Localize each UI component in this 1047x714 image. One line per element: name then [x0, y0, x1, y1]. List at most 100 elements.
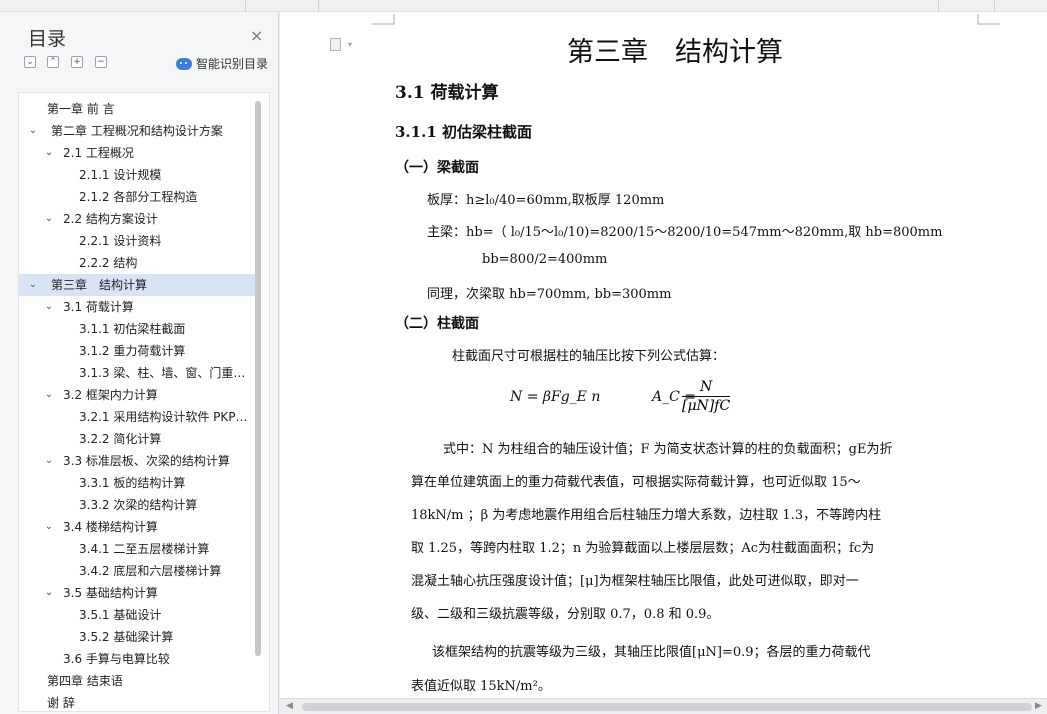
- toc-item[interactable]: 3.1.2 重力荷载计算: [19, 340, 255, 362]
- toc-item-label: 2.1.1 设计规模: [79, 168, 162, 182]
- explanation-line-3: 18kN/m ；β 为考虑地震作用组合后柱轴压力增大系数，边柱取 1.3，不等跨…: [411, 508, 882, 523]
- part-heading-beam: （一）梁截面: [395, 160, 479, 176]
- chevron-down-icon[interactable]: ⌄: [43, 296, 55, 318]
- toc-item[interactable]: ⌄ 3.1 荷载计算: [19, 296, 255, 318]
- toc-item[interactable]: ⌄ 3.2 框架内力计算: [19, 384, 255, 406]
- toc-item[interactable]: ⌄ 第二章 工程概况和结构设计方案: [19, 120, 255, 142]
- section-heading: 3.1 荷载计算: [395, 83, 499, 103]
- smart-toc-button[interactable]: 智能识别目录: [176, 55, 268, 72]
- toc-item[interactable]: 3.3.1 板的结构计算: [19, 472, 255, 494]
- chevron-down-icon[interactable]: ⌄: [27, 274, 39, 296]
- toc-item-label: 第二章 工程概况和结构设计方案: [51, 124, 223, 138]
- toc-item-label: 3.1.2 重力荷载计算: [79, 344, 186, 358]
- toc-item[interactable]: 3.5.2 基础梁计算: [19, 626, 255, 648]
- toc-item[interactable]: ⌄ 3.5 基础结构计算: [19, 582, 255, 604]
- scrollbar-thumb[interactable]: [302, 703, 1032, 711]
- chevron-down-icon[interactable]: ⌄: [43, 384, 55, 406]
- toc-item[interactable]: 3.4.1 二至五层楼梯计算: [19, 538, 255, 560]
- toc-item[interactable]: 2.1.2 各部分工程构造: [19, 186, 255, 208]
- toc-item-label: 3.2.1 采用结构设计软件 PKP…: [79, 410, 248, 424]
- toc-item[interactable]: 3.1.1 初估梁柱截面: [19, 318, 255, 340]
- collapse-all-button[interactable]: ⌄: [24, 56, 36, 68]
- toc-list-box: 第一章 前 言 ⌄ 第二章 工程概况和结构设计方案 ⌄ 2.1 工程概况 2.1.1 设计…: [18, 92, 270, 712]
- explanation-line-6: 级、二级和三级抗震等级，分别取 0.7，0.8 和 0.9。: [411, 607, 720, 622]
- toc-item[interactable]: 3.4.2 底层和六层楼梯计算: [19, 560, 255, 582]
- horizontal-scrollbar[interactable]: ◀ ▶: [280, 698, 1047, 714]
- explanation-line-1: 式中：N 为柱组合的轴压设计值；F 为简支状态计算的柱的负载面积；gE为折: [443, 442, 893, 457]
- toc-item[interactable]: 第四章 结束语: [19, 670, 255, 692]
- close-icon[interactable]: ×: [250, 26, 263, 45]
- toc-item[interactable]: 2.2.2 结构: [19, 252, 255, 274]
- toc-item[interactable]: 谢 辞: [19, 692, 255, 711]
- main-beam-width-text: bb=800/2=400mm: [482, 252, 608, 267]
- toc-item[interactable]: 3.2.2 简化计算: [19, 428, 255, 450]
- toc-item[interactable]: 3.3.2 次梁的结构计算: [19, 494, 255, 516]
- chevron-down-icon[interactable]: ⌄: [43, 450, 55, 472]
- top-ruler-strip: [0, 0, 1047, 12]
- formula-numerator: N: [682, 379, 731, 397]
- toc-item[interactable]: 3.6 手算与电算比较: [19, 648, 255, 670]
- toc-item[interactable]: 3.5.1 基础设计: [19, 604, 255, 626]
- subsection-heading: 3.1.1 初估梁柱截面: [395, 123, 532, 141]
- expand-up-button[interactable]: ⌃: [47, 56, 59, 68]
- toc-item[interactable]: 2.1.1 设计规模: [19, 164, 255, 186]
- toc-scrollbar[interactable]: [255, 101, 261, 656]
- toc-item-label: 谢 辞: [47, 696, 75, 710]
- toc-item-label: 3.2 框架内力计算: [63, 388, 158, 402]
- document-page: ▾ 第三章 结构计算 3.1 荷载计算 3.1.1 初估梁柱截面 （一）梁截面 …: [280, 12, 1047, 698]
- chevron-down-icon[interactable]: ⌄: [43, 516, 55, 538]
- part-heading-column: （二）柱截面: [395, 316, 479, 332]
- explanation-line-4: 取 1.25，等跨内柱取 1.2；n 为验算截面以上楼层层数；Ac为柱截面面积；…: [411, 541, 875, 556]
- chevron-down-icon[interactable]: ⌄: [27, 120, 39, 142]
- main-beam-text: 主梁：hb=（ l₀/15～l₀/10)=8200/15～8200/10=547…: [427, 225, 943, 240]
- toc-title: 目录: [28, 28, 67, 50]
- toc-item[interactable]: ⌄ 2.1 工程概况: [19, 142, 255, 164]
- toc-panel: 目录 × ⌄ ⌃ + − 智能识别目录 第一章 前 言 ⌄ 第二章 工程概况和结构设…: [0, 12, 279, 714]
- toc-item-label: 2.1 工程概况: [63, 146, 134, 160]
- toc-item-label: 3.3 标准层板、次梁的结构计算: [63, 454, 230, 468]
- toc-item[interactable]: 3.1.3 梁、柱、墙、窗、门重…: [19, 362, 255, 384]
- toc-item[interactable]: ⌄ 2.2 结构方案设计: [19, 208, 255, 230]
- toc-item[interactable]: ⌄ 第三章 结构计算: [19, 274, 255, 296]
- ai-cloud-icon: [176, 57, 192, 70]
- toc-item-label: 3.4.1 二至五层楼梯计算: [79, 542, 210, 556]
- app-window: 目录 × ⌄ ⌃ + − 智能识别目录 第一章 前 言 ⌄ 第二章 工程概况和结构设…: [0, 0, 1047, 714]
- scroll-left-icon[interactable]: ◀: [286, 701, 293, 711]
- toc-item-label: 3.6 手算与电算比较: [63, 652, 170, 666]
- slab-thickness-text: 板厚：h≥l₀/40=60mm,取板厚 120mm: [427, 193, 665, 208]
- toc-item[interactable]: ⌄ 3.4 楼梯结构计算: [19, 516, 255, 538]
- toc-item[interactable]: 3.2.1 采用结构设计软件 PKP…: [19, 406, 255, 428]
- toc-item-label: 2.1.2 各部分工程构造: [79, 190, 198, 204]
- toc-item-label: 2.2.2 结构: [79, 256, 138, 270]
- chevron-down-icon[interactable]: ⌄: [43, 142, 55, 164]
- toc-item[interactable]: 2.2.1 设计资料: [19, 230, 255, 252]
- toc-item-label: 2.2 结构方案设计: [63, 212, 158, 226]
- toc-item-label: 3.5 基础结构计算: [63, 586, 158, 600]
- toc-list: 第一章 前 言 ⌄ 第二章 工程概况和结构设计方案 ⌄ 2.1 工程概况 2.1.1 设计…: [19, 98, 255, 711]
- toc-item-label: 第四章 结束语: [47, 674, 123, 688]
- toc-item[interactable]: 第一章 前 言: [19, 98, 255, 120]
- document-icon[interactable]: [330, 38, 341, 51]
- page-corner-mark-left: [372, 14, 395, 25]
- formula-n: N = βFg_E n: [510, 389, 601, 405]
- chevron-down-icon[interactable]: ▾: [348, 40, 352, 49]
- toc-item-label: 2.2.1 设计资料: [79, 234, 162, 248]
- toc-item-label: 3.3.1 板的结构计算: [79, 476, 186, 490]
- document-area: ▾ 第三章 结构计算 3.1 荷载计算 3.1.1 初估梁柱截面 （一）梁截面 …: [280, 12, 1047, 714]
- scroll-right-icon[interactable]: ▶: [1035, 701, 1042, 711]
- chevron-down-icon[interactable]: ⌄: [43, 582, 55, 604]
- add-heading-button[interactable]: +: [71, 56, 83, 68]
- secondary-beam-text: 同理，次梁取 hb=700mm, bb=300mm: [427, 287, 672, 302]
- column-intro-text: 柱截面尺寸可根据柱的轴压比按下列公式估算：: [452, 349, 726, 364]
- toc-item[interactable]: ⌄ 3.3 标准层板、次梁的结构计算: [19, 450, 255, 472]
- remove-heading-button[interactable]: −: [95, 56, 107, 68]
- toc-item-label: 第一章 前 言: [47, 102, 115, 116]
- toc-item-label: 3.1 荷载计算: [63, 300, 134, 314]
- toc-item-label: 3.1.1 初估梁柱截面: [79, 322, 186, 336]
- chapter-title: 第三章 结构计算: [567, 37, 783, 68]
- toc-item-label: 3.5.2 基础梁计算: [79, 630, 174, 644]
- page-corner-mark-right: [977, 14, 1000, 25]
- chevron-down-icon[interactable]: ⌄: [43, 208, 55, 230]
- toc-item-label: 3.3.2 次梁的结构计算: [79, 498, 198, 512]
- toc-item-label: 3.5.1 基础设计: [79, 608, 162, 622]
